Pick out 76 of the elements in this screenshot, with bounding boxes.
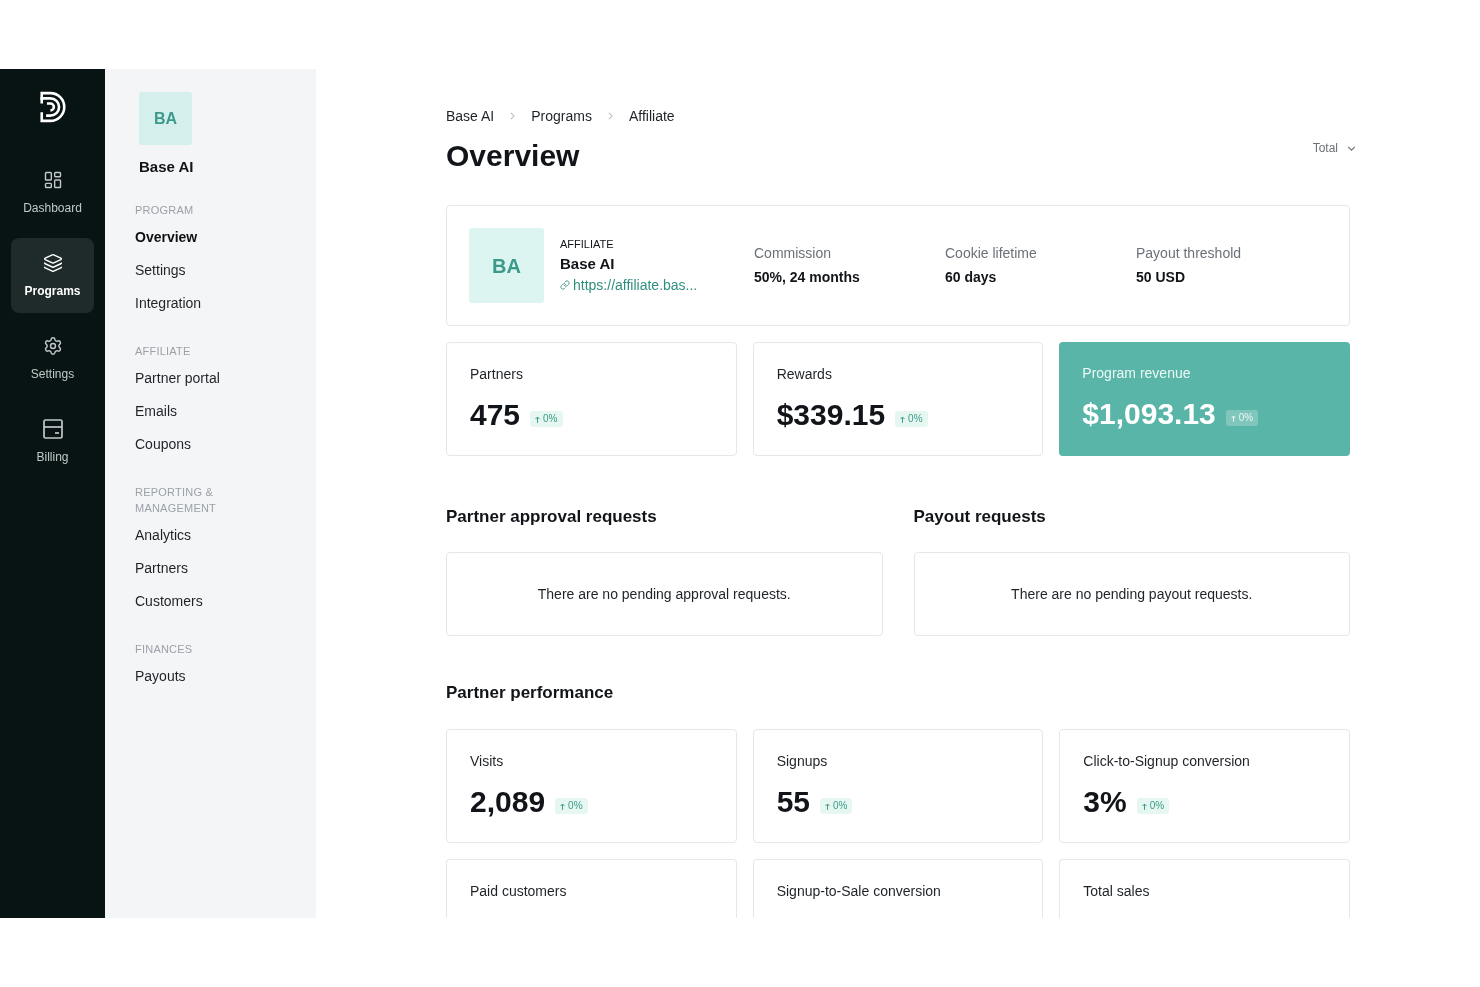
- arrow-up-icon: [1230, 414, 1236, 422]
- section-heading: REPORTING & MANAGEMENT: [135, 485, 218, 516]
- change-percent: 0%: [1238, 413, 1254, 423]
- arrow-up-icon: [900, 415, 906, 423]
- detail-value: 60 days: [945, 267, 998, 287]
- settings-icon: [42, 336, 63, 356]
- sidebar-item[interactable]: Payouts: [135, 660, 186, 693]
- empty-state-message: There are no pending approval requests.: [537, 585, 791, 604]
- sidebar-item[interactable]: Settings: [135, 254, 186, 287]
- section-title: Partner performance: [446, 682, 615, 704]
- stat-label: Signup-to-Sale conversion: [776, 882, 942, 901]
- program-link[interactable]: https://affiliate.bas...: [560, 275, 698, 295]
- change-percent: 0%: [833, 801, 848, 811]
- program-avatar: BA: [139, 92, 192, 145]
- dashboard-icon: [42, 170, 63, 190]
- stat-label: Visits: [470, 752, 505, 771]
- program-name: Base AI: [560, 254, 616, 274]
- stat-value: 2,089: [470, 784, 546, 820]
- program-type: AFFILIATE: [560, 237, 615, 252]
- sidebar-item[interactable]: Partner portal: [135, 362, 220, 395]
- stat-label: Paid customers: [470, 882, 568, 901]
- billing-icon: [42, 419, 63, 439]
- link-icon: [560, 280, 570, 290]
- section-heading: FINANCES: [135, 642, 194, 657]
- program-name: Base AI: [139, 157, 195, 177]
- arrow-up-icon: [560, 802, 566, 810]
- detail-label: Cookie lifetime: [945, 243, 1038, 263]
- chevron-down-icon: [1347, 145, 1356, 151]
- breadcrumb-link[interactable]: Base AI: [446, 106, 495, 126]
- change-percent: 0%: [1149, 801, 1165, 811]
- stat-value: $339.15: [776, 397, 886, 433]
- nav-item[interactable]: Dashboard: [11, 155, 94, 230]
- sidebar-item[interactable]: Overview: [135, 221, 198, 254]
- stat-label: Total sales: [1083, 882, 1151, 901]
- nav-item[interactable]: Billing: [11, 404, 94, 479]
- nav-item[interactable]: Programs: [11, 238, 94, 313]
- sidebar-item[interactable]: Emails: [135, 395, 177, 428]
- stat-value: $1,093.13: [1082, 396, 1216, 432]
- sidebar-item[interactable]: Customers: [135, 585, 203, 618]
- stat-label: Program revenue: [1082, 364, 1192, 383]
- stat-value: 55: [776, 784, 811, 820]
- change-percent: 0%: [908, 414, 923, 424]
- arrow-up-icon: [825, 802, 831, 810]
- detail-value: 50 USD: [1136, 267, 1187, 287]
- arrow-up-icon: [535, 415, 541, 423]
- layers-icon: [42, 253, 63, 273]
- stat-label: Partners: [470, 365, 524, 384]
- page-title: Overview: [446, 138, 580, 174]
- sidebar-item[interactable]: Integration: [135, 287, 202, 320]
- breadcrumb-link[interactable]: Affiliate: [628, 106, 675, 126]
- stat-value: 3%: [1083, 784, 1127, 820]
- chevron-right-icon: [510, 112, 516, 120]
- arrow-up-icon: [1141, 802, 1147, 810]
- chevron-right-icon: [607, 112, 613, 120]
- detail-label: Commission: [754, 243, 832, 263]
- sidebar-item[interactable]: Analytics: [135, 519, 192, 552]
- change-percent: 0%: [568, 801, 583, 811]
- stat-label: Rewards: [776, 365, 833, 384]
- nav-item[interactable]: Settings: [11, 321, 94, 396]
- stat-label: Signups: [776, 752, 829, 771]
- detail-label: Payout threshold: [1136, 243, 1243, 263]
- sidebar-item[interactable]: Coupons: [135, 428, 192, 461]
- breadcrumb-link[interactable]: Programs: [531, 106, 592, 126]
- section-title: Partner approval requests: [446, 506, 658, 528]
- program-avatar: BA: [469, 228, 544, 303]
- section-heading: PROGRAM: [135, 203, 195, 218]
- empty-state-message: There are no pending payout requests.: [1011, 585, 1253, 604]
- detail-value: 50%, 24 months: [754, 267, 861, 287]
- period-select[interactable]: Total: [1312, 140, 1356, 156]
- stat-label: Click-to-Signup conversion: [1083, 752, 1251, 771]
- section-heading: AFFILIATE: [135, 344, 192, 359]
- section-title: Payout requests: [913, 506, 1047, 528]
- change-percent: 0%: [543, 414, 558, 424]
- sidebar-item[interactable]: Partners: [135, 552, 188, 585]
- logo-icon: [39, 90, 66, 124]
- stat-value: 475: [470, 397, 521, 433]
